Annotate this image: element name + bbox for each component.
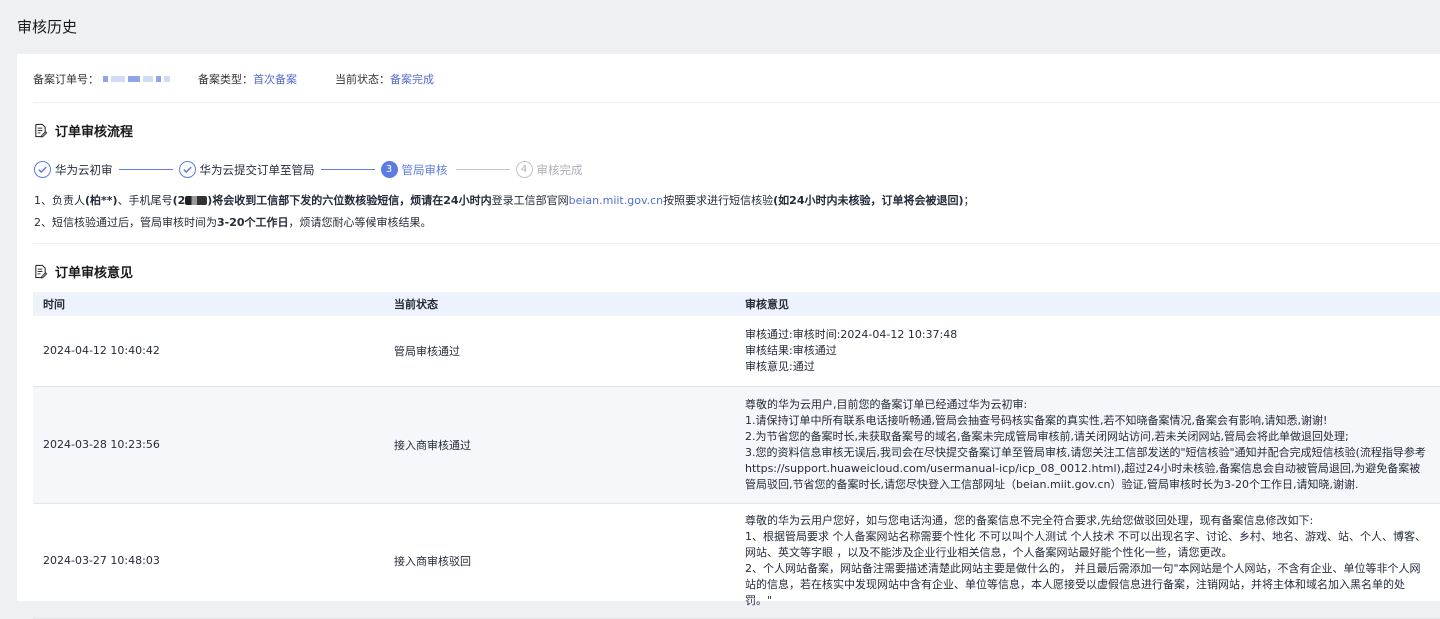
cell-opinion: 尊敬的华为云用户,目前您的备案订单已经通过华为云初审: 1.请保持订单中所有联系… (735, 386, 1440, 504)
step-number: 4 (515, 161, 533, 178)
table-header-row: 时间 当前状态 审核意见 (33, 292, 1440, 316)
step-connector (320, 169, 375, 170)
check-circle-icon (178, 161, 196, 178)
content-card: 备案订单号： 备案类型： 首次备案 当前状态： 备案完成 订单审核流程 华为云初… (17, 54, 1440, 619)
step-label: 华为云初审 (55, 162, 113, 177)
step-label: 审核完成 (536, 162, 583, 177)
step-label: 华为云提交订单至管局 (199, 162, 315, 177)
divider (33, 243, 1440, 244)
table-row: 2024-04-12 10:40:42 管局审核通过 审核通过:审核时间:202… (33, 316, 1440, 387)
opinions-table: 时间 当前状态 审核意见 2024-04-12 10:40:42 管局审核通过 … (33, 292, 1440, 619)
cell-status: 接入商审核通过 (384, 386, 735, 504)
record-type-label: 备案类型： (198, 73, 253, 86)
column-header-status: 当前状态 (384, 292, 735, 316)
divider (33, 102, 1440, 103)
miit-link[interactable]: beian.miit.gov.cn (569, 194, 664, 207)
table-row: 2024-03-28 10:23:56 接入商审核通过 尊敬的华为云用户,目前您… (33, 386, 1440, 504)
progress-steps: 华为云初审 华为云提交订单至管局 3 管局审核 4 审核完成 (34, 161, 583, 178)
step-huawei-review: 华为云初审 (34, 161, 113, 178)
note-sms-verification: 1、负责人(柏**)、手机尾号(2)将会收到工信部下发的六位数核验短信，烦请在2… (34, 194, 975, 207)
document-edit-icon (35, 264, 48, 279)
step-label: 管局审核 (401, 162, 448, 177)
flow-section-title: 订单审核流程 (33, 121, 133, 140)
page-header: 审核历史 (0, 0, 1440, 52)
record-type-value: 首次备案 (253, 73, 297, 86)
note-review-time: 2、短信核验通过后，管局审核时间为3-20个工作日，烦请您耐心等候审核结果。 (34, 216, 432, 229)
step-connector (455, 169, 510, 170)
document-edit-icon (35, 123, 48, 138)
cell-opinion: 审核通过:审核时间:2024-04-12 10:37:48 审核结果:审核通过 … (735, 316, 1440, 387)
order-summary: 备案订单号： 备案类型： 首次备案 当前状态： 备案完成 (33, 70, 434, 88)
order-no-label: 备案订单号： (33, 73, 99, 86)
opinions-title-text: 订单审核意见 (55, 266, 134, 281)
cell-time: 2024-04-12 10:40:42 (33, 316, 384, 387)
current-status-value: 备案完成 (390, 73, 434, 86)
opinions-section-title: 订单审核意见 (33, 262, 133, 281)
flow-title-text: 订单审核流程 (55, 125, 134, 140)
check-circle-icon (34, 161, 51, 178)
column-header-opinion: 审核意见 (735, 292, 1440, 316)
current-status-label: 当前状态： (335, 73, 390, 86)
step-submit-to-bureau: 华为云提交订单至管局 (178, 161, 315, 178)
order-no-masked (103, 76, 170, 82)
step-review-complete: 4 审核完成 (515, 161, 583, 178)
masked-phone (185, 196, 208, 205)
flow-notes: 1、负责人(柏**)、手机尾号(2)将会收到工信部下发的六位数核验短信，烦请在2… (34, 190, 975, 234)
cell-time: 2024-03-28 10:23:56 (33, 386, 384, 504)
column-header-time: 时间 (33, 292, 384, 316)
step-number: 3 (380, 161, 398, 178)
cell-status: 管局审核通过 (384, 316, 735, 387)
step-bureau-review: 3 管局审核 (380, 161, 448, 178)
page-title: 审核历史 (17, 17, 78, 36)
step-connector (118, 169, 173, 170)
